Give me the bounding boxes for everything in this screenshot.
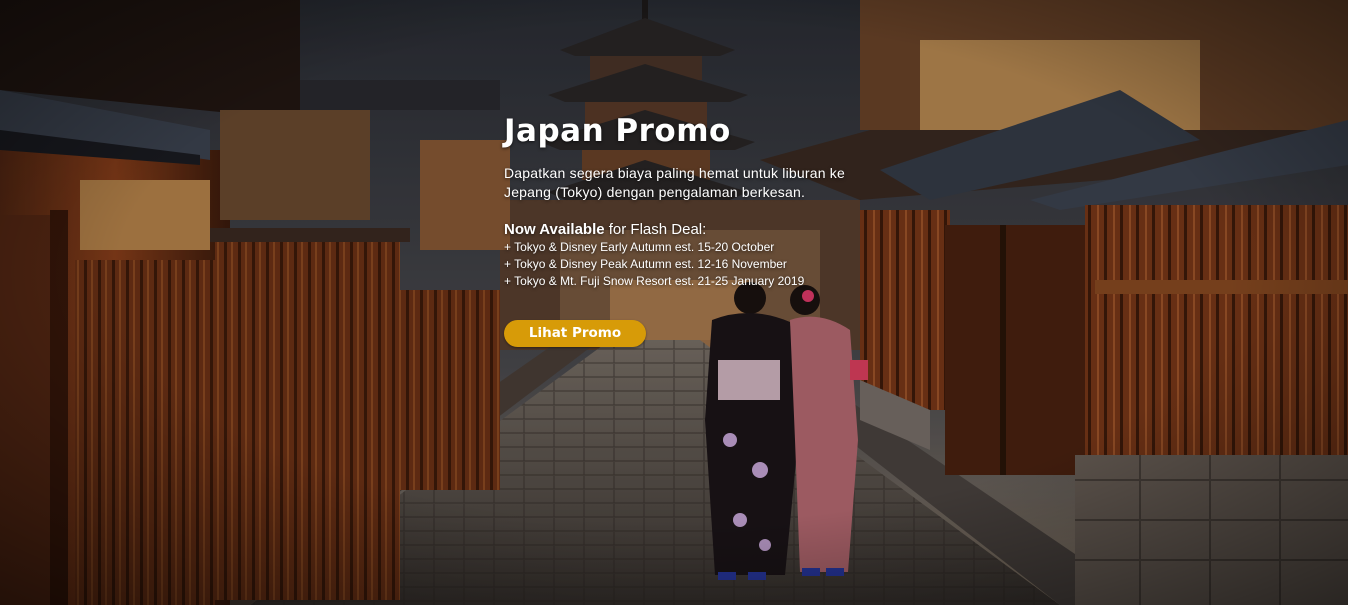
deal-item: + Tokyo & Disney Early Autumn est. 15-20… xyxy=(504,240,775,254)
deal-item: + Tokyo & Disney Peak Autumn est. 12-16 … xyxy=(504,257,787,271)
kyoto-street-image xyxy=(0,0,1348,605)
availability-label: Now Available xyxy=(504,221,605,238)
promo-title: Japan Promo xyxy=(504,113,731,149)
availability-line: Now Available for Flash Deal: xyxy=(504,221,904,238)
promo-panel: Japan Promo Dapatkan segera biaya paling… xyxy=(504,110,904,290)
deal-item: + Tokyo & Mt. Fuji Snow Resort est. 21-2… xyxy=(504,274,805,288)
availability-suffix: for Flash Deal: xyxy=(604,221,707,238)
promo-description: Dapatkan segera biaya paling hemat untuk… xyxy=(504,165,845,200)
deal-list: + Tokyo & Disney Early Autumn est. 15-20… xyxy=(504,239,904,290)
lihat-promo-button[interactable]: Lihat Promo xyxy=(504,320,646,347)
hero-background xyxy=(0,0,1348,605)
